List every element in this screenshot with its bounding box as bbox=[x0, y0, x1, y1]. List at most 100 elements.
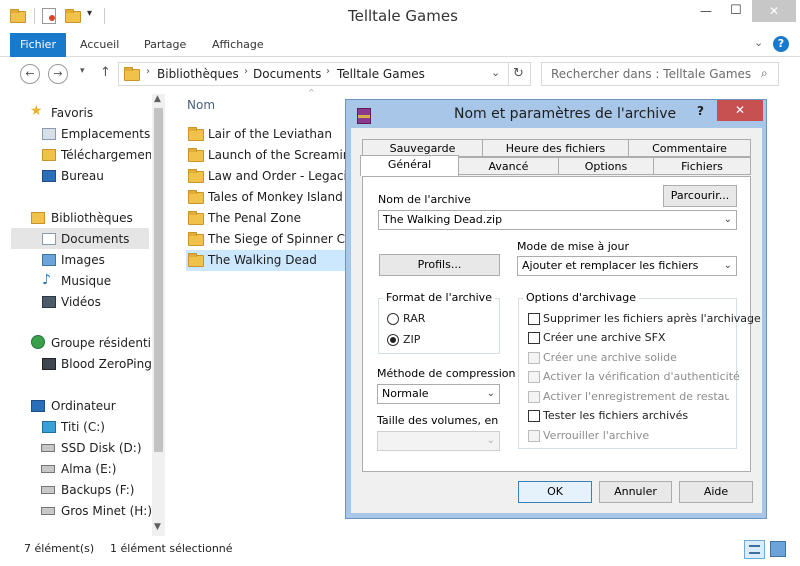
nav-scrollbar[interactable]: ▲ ▼ bbox=[152, 94, 165, 536]
format-zip-label[interactable]: ZIP bbox=[403, 333, 420, 346]
option-sfx-checkbox[interactable] bbox=[528, 332, 540, 344]
maximize-button[interactable]: ☐ bbox=[730, 3, 742, 18]
help-button[interactable]: Aide bbox=[679, 481, 753, 503]
list-item[interactable]: Lair of the Leviathan bbox=[186, 124, 346, 145]
breadcrumb-telltale-games[interactable]: Telltale Games bbox=[337, 67, 425, 81]
chevron-down-icon[interactable]: ⌄ bbox=[487, 385, 495, 403]
details-view-icon[interactable] bbox=[744, 540, 765, 559]
breadcrumb-documents[interactable]: Documents bbox=[253, 67, 321, 81]
option-lock-label[interactable]: Verrouiller l'archive bbox=[543, 429, 649, 442]
nav-computer[interactable]: Ordinateur bbox=[51, 396, 116, 416]
ok-button[interactable]: OK bbox=[518, 481, 592, 503]
nav-drive-f[interactable]: Backups (F:) bbox=[61, 480, 134, 500]
compression-method-select[interactable]: Normale ⌄ bbox=[377, 384, 500, 404]
address-box[interactable]: › Bibliothèques › Documents › Telltale G… bbox=[118, 62, 531, 86]
tab-options[interactable]: Options bbox=[558, 157, 654, 175]
drive-icon bbox=[41, 486, 55, 494]
chevron-right-icon[interactable]: › bbox=[244, 66, 248, 77]
close-button[interactable]: ✕ bbox=[752, 0, 796, 22]
archive-name-field[interactable]: The Walking Dead.zip ⌄ bbox=[378, 210, 737, 230]
chevron-down-icon[interactable]: ⌄ bbox=[487, 432, 495, 450]
option-delete-after-checkbox[interactable] bbox=[528, 313, 540, 325]
back-button[interactable]: ← bbox=[20, 64, 40, 84]
cancel-button[interactable]: Annuler bbox=[599, 481, 672, 503]
option-sfx-label[interactable]: Créer une archive SFX bbox=[543, 331, 665, 344]
tab-affichage[interactable]: Affichage bbox=[212, 33, 264, 57]
nav-drive-e[interactable]: Alma (E:) bbox=[61, 459, 116, 479]
ribbon-expand-icon[interactable]: ⌄ bbox=[754, 36, 763, 49]
option-lock-checkbox[interactable] bbox=[528, 430, 540, 442]
option-solid-label[interactable]: Créer une archive solide bbox=[543, 351, 677, 364]
option-solid-checkbox[interactable] bbox=[528, 352, 540, 364]
nav-videos[interactable]: Vidéos bbox=[61, 292, 101, 312]
nav-favorites[interactable]: Favoris bbox=[51, 103, 93, 123]
dialog-close-button[interactable]: ✕ bbox=[717, 100, 763, 121]
profiles-button[interactable]: Profils... bbox=[379, 254, 500, 276]
scroll-down-icon[interactable]: ▼ bbox=[154, 522, 161, 532]
option-recovery-label[interactable]: Activer l'enregistrement de restauratio bbox=[543, 390, 729, 403]
help-icon[interactable]: ? bbox=[773, 36, 789, 52]
nav-libraries[interactable]: Bibliothèques bbox=[51, 208, 133, 228]
format-rar-label[interactable]: RAR bbox=[403, 312, 425, 325]
nav-drive-h[interactable]: Gros Minet (H:) bbox=[61, 501, 152, 521]
chevron-down-icon[interactable]: ⌄ bbox=[491, 66, 500, 79]
tab-accueil[interactable]: Accueil bbox=[80, 33, 119, 57]
format-rar-radio[interactable] bbox=[387, 313, 399, 325]
scrollbar-thumb[interactable] bbox=[154, 108, 163, 452]
chevron-right-icon[interactable]: › bbox=[326, 66, 330, 77]
nav-desktop[interactable]: Bureau bbox=[61, 166, 104, 186]
nav-drive-c[interactable]: Titi (C:) bbox=[61, 417, 105, 437]
list-item[interactable]: Tales of Monkey Island bbox=[186, 187, 346, 208]
list-item[interactable]: The Siege of Spinner Cay bbox=[186, 229, 346, 250]
scroll-up-icon[interactable]: ▲ bbox=[154, 94, 161, 104]
properties-icon[interactable] bbox=[42, 8, 56, 24]
option-recovery-checkbox[interactable] bbox=[528, 391, 540, 403]
tab-avance[interactable]: Avancé bbox=[458, 157, 559, 175]
option-test-label[interactable]: Tester les fichiers archivés bbox=[543, 409, 688, 422]
nav-recent-places[interactable]: Emplacements ré bbox=[61, 124, 151, 144]
browse-button[interactable]: Parcourir... bbox=[663, 185, 737, 207]
tab-fichier[interactable]: Fichier bbox=[10, 33, 66, 57]
option-delete-after-label[interactable]: Supprimer les fichiers après l'archivage bbox=[543, 312, 761, 325]
nav-pictures[interactable]: Images bbox=[61, 250, 105, 270]
format-zip-radio[interactable] bbox=[387, 334, 399, 346]
refresh-icon[interactable]: ↻ bbox=[513, 66, 524, 81]
list-item[interactable]: The Penal Zone bbox=[186, 208, 346, 229]
chevron-down-icon[interactable]: ⌄ bbox=[724, 257, 732, 275]
dialog-help-button[interactable]: ? bbox=[697, 104, 704, 118]
quick-access-dropdown-icon[interactable]: ▾ bbox=[87, 8, 92, 19]
update-mode-select[interactable]: Ajouter et remplacer les fichiers ⌄ bbox=[517, 256, 737, 276]
recent-locations-icon[interactable]: ▾ bbox=[80, 66, 85, 76]
forward-button[interactable]: → bbox=[48, 64, 68, 84]
volume-size-select[interactable]: ⌄ bbox=[377, 431, 500, 451]
tab-fichiers[interactable]: Fichiers bbox=[653, 157, 751, 175]
nav-music[interactable]: Musique bbox=[61, 271, 111, 291]
new-folder-icon[interactable] bbox=[65, 9, 81, 23]
computer-icon bbox=[31, 400, 45, 412]
tab-partage[interactable]: Partage bbox=[144, 33, 186, 57]
nav-documents[interactable]: Documents bbox=[61, 229, 129, 249]
nav-drive-d[interactable]: SSD Disk (D:) bbox=[61, 438, 142, 458]
up-button[interactable]: ↑ bbox=[100, 65, 111, 80]
option-authenticity-checkbox[interactable] bbox=[528, 371, 540, 383]
list-item[interactable]: Law and Order - Legacies bbox=[186, 166, 346, 187]
option-test-checkbox[interactable] bbox=[528, 410, 540, 422]
option-authenticity-label[interactable]: Activer la vérification d'authenticité bbox=[543, 370, 740, 383]
nav-blood-zeroping[interactable]: Blood ZeroPing bbox=[61, 354, 152, 374]
minimize-button[interactable]: — bbox=[700, 4, 712, 18]
list-item[interactable]: Launch of the Screaming N bbox=[186, 145, 346, 166]
tab-heure-des-fichiers[interactable]: Heure des fichiers bbox=[482, 139, 629, 157]
chevron-right-icon[interactable]: › bbox=[146, 66, 150, 77]
nav-downloads[interactable]: Téléchargements bbox=[61, 145, 151, 165]
tab-general[interactable]: Général bbox=[360, 155, 459, 176]
breadcrumb-bibliotheques[interactable]: Bibliothèques bbox=[157, 67, 239, 81]
search-input[interactable]: Rechercher dans : Telltale Games bbox=[551, 67, 751, 81]
column-header-name[interactable]: Nom bbox=[187, 98, 215, 112]
tab-commentaire[interactable]: Commentaire bbox=[628, 139, 751, 157]
search-box[interactable]: Rechercher dans : Telltale Games ⌕ bbox=[541, 62, 779, 86]
chevron-down-icon[interactable]: ⌄ bbox=[724, 211, 732, 229]
large-icons-view-icon[interactable] bbox=[770, 541, 786, 557]
list-item-selected[interactable]: The Walking Dead bbox=[186, 250, 346, 271]
search-icon[interactable]: ⌕ bbox=[761, 66, 768, 81]
nav-homegroup[interactable]: Groupe résidentiel bbox=[51, 333, 151, 353]
